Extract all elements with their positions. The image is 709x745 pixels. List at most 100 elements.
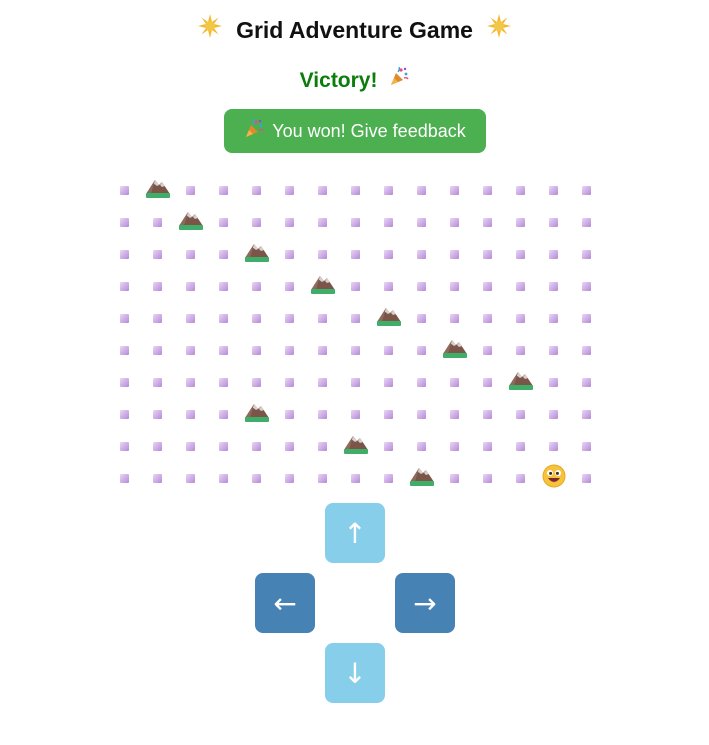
grid-cell-empty [207, 174, 240, 206]
purple-square-icon [351, 281, 360, 291]
grid-cell-empty [141, 270, 174, 302]
grid-cell-empty [240, 174, 273, 206]
purple-square-icon [285, 345, 294, 355]
grid-cell-empty [141, 302, 174, 334]
purple-square-icon [252, 281, 261, 291]
mountain-obstacle-icon [442, 337, 468, 364]
grid-cell-empty [438, 366, 471, 398]
grid-cell-empty [207, 302, 240, 334]
purple-square-icon [219, 473, 228, 483]
purple-square-icon [483, 345, 492, 355]
purple-square-icon [384, 441, 393, 451]
purple-square-icon [384, 185, 393, 195]
grid-cell-obstacle [141, 174, 174, 206]
move-up-button[interactable]: ↑ [325, 503, 385, 563]
grid-cell-empty [372, 430, 405, 462]
grid-cell-obstacle [240, 238, 273, 270]
grid-cell-empty [570, 174, 603, 206]
purple-square-icon [120, 345, 129, 355]
grid-cell-empty [108, 398, 141, 430]
grid-cell-empty [372, 334, 405, 366]
move-left-button[interactable]: ← [255, 573, 315, 633]
purple-square-icon [186, 409, 195, 419]
purple-square-icon [483, 377, 492, 387]
purple-square-icon [318, 185, 327, 195]
purple-square-icon [318, 313, 327, 323]
grid-cell-empty [339, 206, 372, 238]
grid-cell-empty [339, 334, 372, 366]
grid-cell-empty [174, 270, 207, 302]
grid-cell-empty [273, 462, 306, 494]
grid-cell-empty [537, 206, 570, 238]
purple-square-icon [450, 409, 459, 419]
grid-cell-empty [570, 206, 603, 238]
purple-square-icon [549, 409, 558, 419]
grid-cell-empty [141, 334, 174, 366]
grid-cell-empty [273, 238, 306, 270]
grid-cell-empty [570, 270, 603, 302]
grid-cell-empty [306, 334, 339, 366]
purple-square-icon [285, 473, 294, 483]
grid-cell-empty [174, 398, 207, 430]
purple-square-icon [351, 409, 360, 419]
purple-square-icon [285, 217, 294, 227]
purple-square-icon [450, 473, 459, 483]
purple-square-icon [483, 441, 492, 451]
grid-cell-empty [141, 206, 174, 238]
move-right-button[interactable]: → [395, 573, 455, 633]
purple-square-icon [186, 185, 195, 195]
purple-square-icon [516, 473, 525, 483]
purple-square-icon [252, 377, 261, 387]
grid-cell-empty [174, 462, 207, 494]
purple-square-icon [219, 441, 228, 451]
grid-cell-empty [240, 366, 273, 398]
grid-cell-empty [174, 334, 207, 366]
grid-cell-empty [273, 334, 306, 366]
grid-cell-empty [504, 238, 537, 270]
purple-square-icon [285, 377, 294, 387]
purple-square-icon [252, 441, 261, 451]
purple-square-icon [219, 217, 228, 227]
purple-square-icon [384, 345, 393, 355]
purple-square-icon [351, 249, 360, 259]
grid-cell-empty [504, 462, 537, 494]
grid-cell-empty [405, 206, 438, 238]
grid-cell-empty [207, 366, 240, 398]
grid-cell-empty [306, 206, 339, 238]
grid-cell-empty [273, 270, 306, 302]
purple-square-icon [483, 217, 492, 227]
purple-square-icon [351, 313, 360, 323]
grid-cell-empty [108, 366, 141, 398]
grid-cell-empty [306, 302, 339, 334]
purple-square-icon [285, 185, 294, 195]
purple-square-icon [318, 409, 327, 419]
purple-square-icon [450, 185, 459, 195]
purple-square-icon [120, 217, 129, 227]
purple-square-icon [549, 345, 558, 355]
mountain-obstacle-icon [145, 177, 171, 204]
purple-square-icon [384, 409, 393, 419]
purple-square-icon [153, 441, 162, 451]
purple-square-icon [186, 249, 195, 259]
purple-square-icon [450, 377, 459, 387]
grid-cell-empty [372, 270, 405, 302]
grid-cell-empty [108, 206, 141, 238]
grid-cell-empty [207, 462, 240, 494]
purple-square-icon [120, 441, 129, 451]
purple-square-icon [384, 377, 393, 387]
purple-square-icon [417, 377, 426, 387]
move-down-button[interactable]: ↓ [325, 643, 385, 703]
grid-cell-empty [141, 430, 174, 462]
purple-square-icon [351, 473, 360, 483]
purple-square-icon [417, 281, 426, 291]
mountain-obstacle-icon [244, 401, 270, 428]
purple-square-icon [549, 377, 558, 387]
purple-square-icon [582, 249, 591, 259]
grid-cell-empty [306, 174, 339, 206]
grid-cell-empty [339, 270, 372, 302]
purple-square-icon [549, 185, 558, 195]
purple-square-icon [252, 473, 261, 483]
purple-square-icon [318, 441, 327, 451]
mountain-obstacle-icon [178, 209, 204, 236]
purple-square-icon [417, 345, 426, 355]
